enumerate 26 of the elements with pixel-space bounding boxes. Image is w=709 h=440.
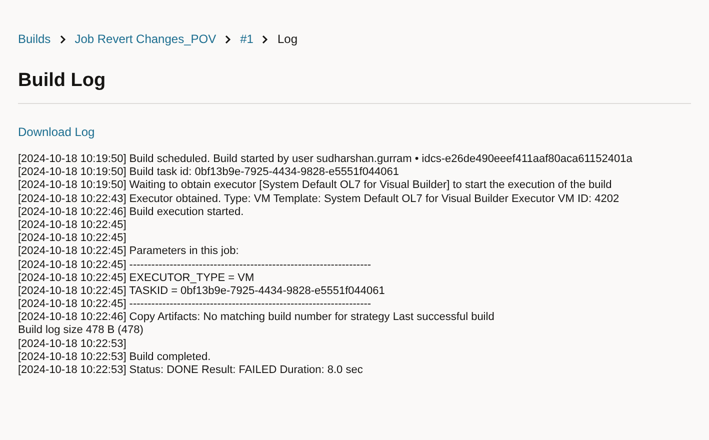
download-log-link[interactable]: Download Log [18, 124, 95, 140]
log-line: [2024-10-18 10:22:45] [18, 218, 128, 232]
log-line: [2024-10-18 10:22:53] [18, 338, 128, 351]
breadcrumb-link[interactable]: #1 [240, 32, 254, 46]
log-line: [2024-10-18 10:22:53] Build completed. [18, 350, 212, 364]
log-line: [2024-10-18 10:22:45] TASKID = 0bf13b9e-7925-4434-9828-e5551f044061 [18, 284, 386, 298]
log-line: [2024-10-18 10:22:45] EXECUTOR_TYPE = VM [18, 272, 256, 285]
log-line: [2024-10-18 10:22:43] Executor obtained. Type: VM Template: System Default OL7 for Visual Builder Executor VM ID: 4202 [18, 192, 620, 206]
log-line: Build log size 478 B (478) [18, 324, 144, 338]
log-line: [2024-10-18 10:22:45] Parameters in this job: [18, 245, 240, 258]
log-line: [2024-10-18 10:19:50] Build task id: 0bf13b9e-7925-4434-9828-e5551f044061 [18, 166, 400, 180]
chevron-right-icon [262, 34, 268, 44]
chevron-right-icon [60, 34, 66, 44]
breadcrumb-link[interactable]: Job Revert Changes_POV [74, 32, 216, 46]
log-line: [2024-10-18 10:22:45] ------------------------------------------------------------------ [18, 258, 372, 272]
log-line: [2024-10-18 10:22:46] Copy Artifacts: No matching build number for strategy Last successful build [18, 311, 496, 324]
breadcrumb-link[interactable]: Builds [18, 32, 51, 46]
log-line: [2024-10-18 10:22:45] [18, 232, 128, 246]
page-title: Build Log [18, 69, 107, 93]
log-line: [2024-10-18 10:22:53] Status: DONE Result: FAILED Duration: 8.0 sec [18, 364, 364, 378]
log-line: [2024-10-18 10:22:46] Build execution started. [18, 206, 245, 219]
log-line: [2024-10-18 10:19:50] Waiting to obtain executor [System Default OL7 for Visual Builder] to start the execution of the build [18, 179, 613, 193]
log-line: [2024-10-18 10:19:50] Build scheduled. Build started by user sudharshan.gurram • idcs-e26de490eeef411aaf80aca61152401a [18, 153, 634, 166]
breadcrumb-current: Log [277, 32, 298, 46]
chevron-right-icon [225, 34, 232, 44]
log-line: [2024-10-18 10:22:45] ------------------------------------------------------------------ [18, 298, 372, 312]
